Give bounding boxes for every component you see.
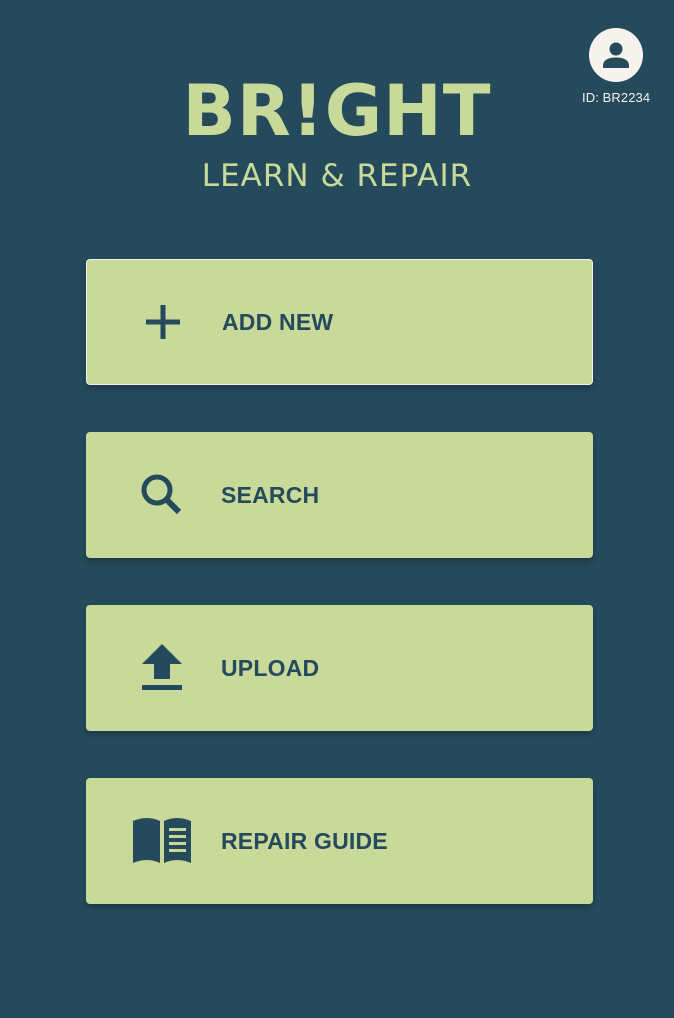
upload-label: UPLOAD: [221, 654, 320, 681]
search-icon: [124, 465, 199, 525]
main-menu: ADD NEW SEARCH UPLOAD REPAIR GUIDE: [86, 259, 593, 951]
search-button[interactable]: SEARCH: [86, 432, 593, 558]
upload-icon: [124, 638, 199, 698]
add-new-label: ADD NEW: [222, 308, 334, 335]
book-icon: [124, 811, 199, 871]
repair-guide-label: REPAIR GUIDE: [221, 827, 388, 854]
add-new-button[interactable]: ADD NEW: [86, 259, 593, 385]
app-tagline: LEARN & REPAIR: [201, 158, 473, 194]
plus-icon: [125, 292, 200, 352]
upload-button[interactable]: UPLOAD: [86, 605, 593, 731]
search-label: SEARCH: [221, 481, 320, 508]
brand-header: BR!GHT LEARN & REPAIR: [0, 66, 674, 196]
app-logo: BR!GHT: [182, 70, 492, 152]
repair-guide-button[interactable]: REPAIR GUIDE: [86, 778, 593, 904]
